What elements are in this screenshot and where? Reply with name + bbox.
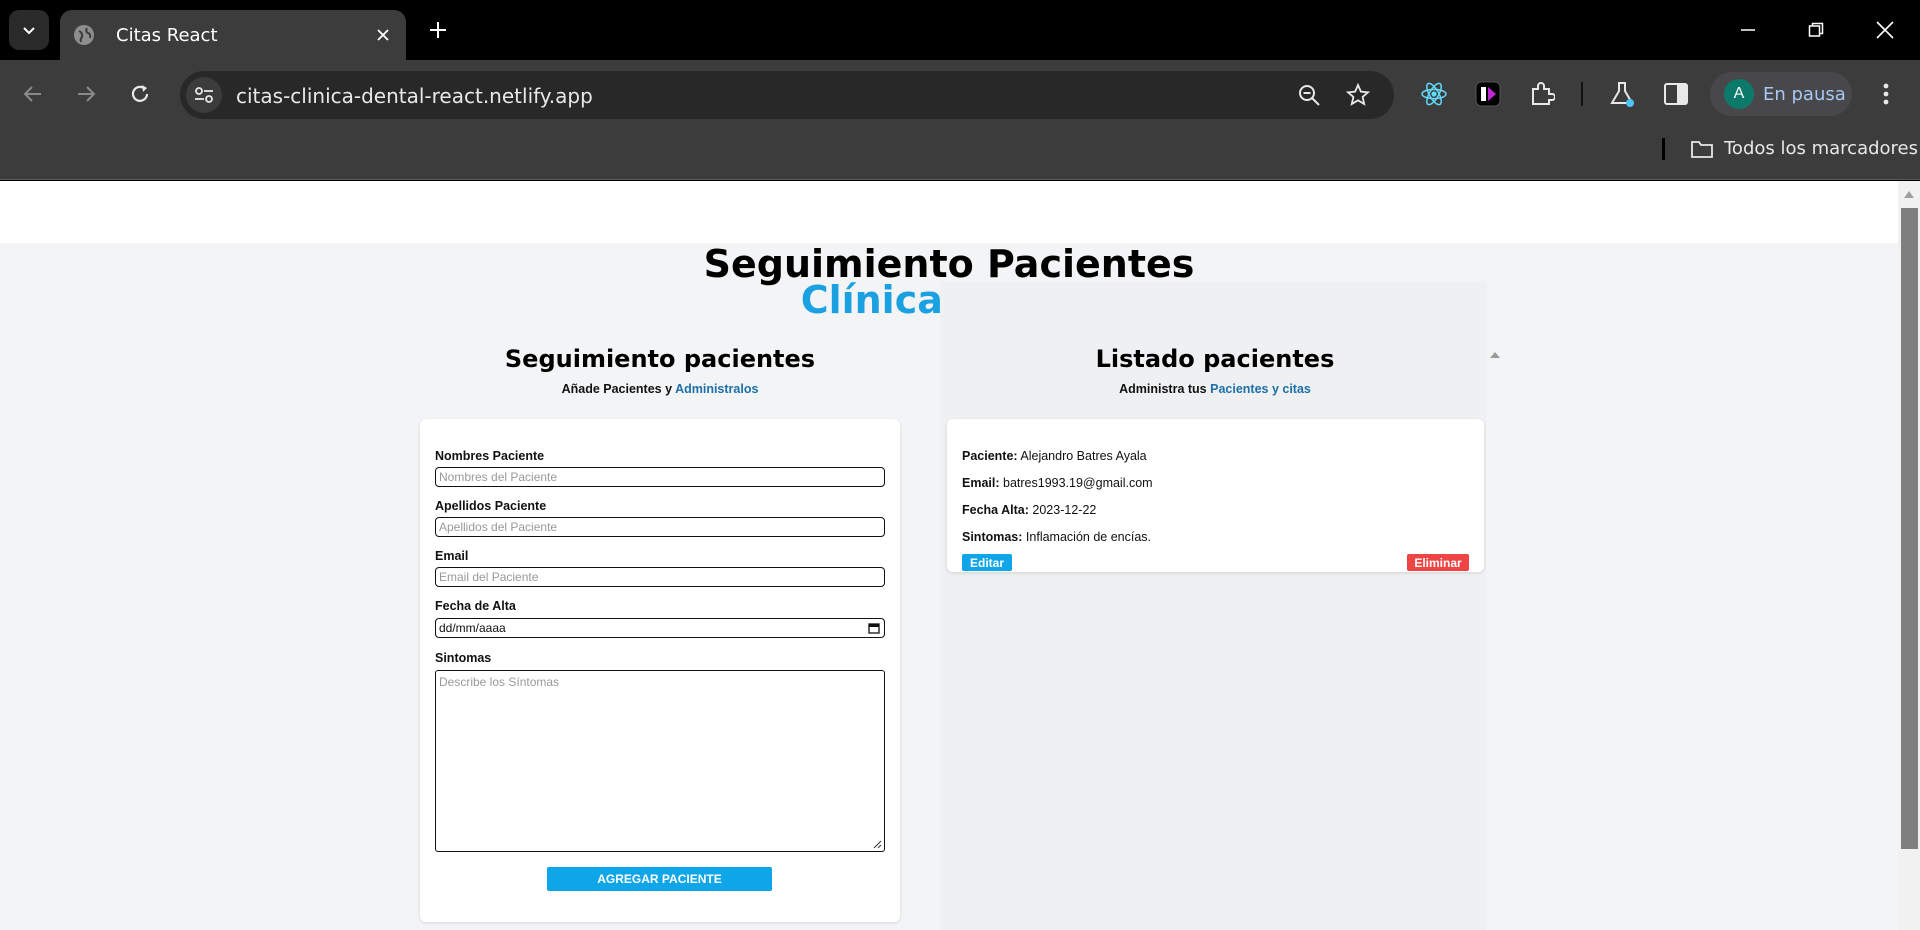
agregar-paciente-button[interactable]: AGREGAR PACIENTE xyxy=(547,867,772,891)
window-close-icon[interactable] xyxy=(1869,14,1901,46)
all-bookmarks-label: Todos los marcadores xyxy=(1724,138,1918,159)
patient-date-label: Fecha Alta: xyxy=(962,503,1029,517)
side-panel-icon[interactable] xyxy=(1656,74,1696,114)
react-devtools-icon[interactable] xyxy=(1414,74,1454,114)
back-arrow-icon[interactable] xyxy=(15,76,51,112)
patient-name-label: Paciente: xyxy=(962,449,1018,463)
toolbar-divider xyxy=(1581,82,1583,106)
patient-name-value: Alejandro Batres Ayala xyxy=(1020,449,1147,463)
page-top-band xyxy=(0,181,1898,243)
apellidos-input[interactable]: Apellidos del Paciente xyxy=(435,517,885,537)
chevron-down-icon xyxy=(23,27,35,35)
patient-form: Nombres Paciente Nombres del Paciente Ap… xyxy=(420,419,900,922)
list-section-subtitle: Administra tus Pacientes y citas xyxy=(947,382,1483,396)
new-tab-icon[interactable] xyxy=(424,16,452,44)
url-text: citas-clinica-dental-react.netlify.app xyxy=(236,84,593,108)
patient-email-value: batres1993.19@gmail.com xyxy=(1003,476,1153,490)
address-bar[interactable]: citas-clinica-dental-react.netlify.app xyxy=(180,71,1394,119)
form-section-title: Seguimiento pacientes xyxy=(504,345,816,373)
tab-strip: Citas React xyxy=(0,0,1920,60)
site-info-icon[interactable] xyxy=(186,77,222,113)
patient-symptoms-line: Sintomas: Inflamación de encías. xyxy=(962,530,1151,544)
bookmarks-separator xyxy=(1662,138,1665,160)
patient-date-value: 2023-12-22 xyxy=(1032,503,1097,517)
form-subtitle-prefix: Añade Pacientes y xyxy=(561,382,676,396)
page-viewport: Seguimiento Pacientes Clínica Dental Seg… xyxy=(0,181,1898,930)
folder-icon xyxy=(1691,140,1713,158)
patient-email-label: Email: xyxy=(962,476,1000,490)
patient-symptoms-label: Sintomas: xyxy=(962,530,1023,544)
resize-grip-icon[interactable] xyxy=(872,839,882,849)
reload-icon[interactable] xyxy=(122,76,158,112)
fecha-date-input[interactable]: dd/mm/aaaa xyxy=(435,618,885,638)
email-input[interactable]: Email del Paciente xyxy=(435,567,885,587)
sintomas-label: Sintomas xyxy=(435,651,492,665)
sintomas-textarea[interactable]: Describe los Síntomas xyxy=(435,670,885,852)
nombres-label: Nombres Paciente xyxy=(435,449,545,463)
tab-title: Citas React xyxy=(116,24,218,46)
scroll-up-arrow-icon[interactable] xyxy=(1904,191,1914,198)
bookmark-star-icon[interactable] xyxy=(1344,81,1372,109)
extensions-puzzle-icon[interactable] xyxy=(1522,74,1562,114)
list-subtitle-accent: Pacientes y citas xyxy=(1210,382,1311,396)
bookmarks-bar: Todos los marcadores xyxy=(0,128,1920,180)
calendar-icon[interactable] xyxy=(868,622,880,634)
tab-close-icon[interactable] xyxy=(372,24,394,46)
edit-patient-button[interactable]: Editar xyxy=(962,554,1012,571)
list-scroll-up-icon[interactable] xyxy=(1490,352,1500,358)
page-scrollbar[interactable] xyxy=(1898,181,1920,930)
patient-list-panel xyxy=(940,281,1486,930)
labs-flask-icon[interactable] xyxy=(1602,74,1642,114)
browser-toolbar: citas-clinica-dental-react.netlify.app A… xyxy=(0,60,1920,128)
profile-button[interactable]: A En pausa xyxy=(1710,72,1852,116)
extension-b-icon[interactable] xyxy=(1468,74,1508,114)
form-subtitle-accent: Administralos xyxy=(675,382,759,396)
patient-name-line: Paciente: Alejandro Batres Ayala xyxy=(962,449,1147,463)
patient-symptoms-value: Inflamación de encías. xyxy=(1025,530,1151,544)
form-section-subtitle: Añade Pacientes y Administralos xyxy=(420,382,900,396)
fecha-label: Fecha de Alta xyxy=(435,599,516,613)
delete-patient-button[interactable]: Eliminar xyxy=(1407,554,1469,571)
all-bookmarks-folder[interactable]: Todos los marcadores xyxy=(1690,138,1918,159)
list-section-title: Listado pacientes xyxy=(1095,345,1335,373)
nombres-input[interactable]: Nombres del Paciente xyxy=(435,467,885,487)
scrollbar-thumb[interactable] xyxy=(1901,208,1918,849)
list-subtitle-prefix: Administra tus xyxy=(1119,382,1211,396)
patient-date-line: Fecha Alta: 2023-12-22 xyxy=(962,503,1096,517)
patient-card: Paciente: Alejandro Batres Ayala Email: … xyxy=(947,419,1484,572)
avatar: A xyxy=(1724,79,1754,109)
active-tab[interactable]: Citas React xyxy=(60,10,406,60)
restore-icon[interactable] xyxy=(1800,14,1832,46)
menu-kebab-icon[interactable] xyxy=(1866,74,1906,114)
zoom-icon[interactable] xyxy=(1295,81,1323,109)
sintomas-placeholder: Describe los Síntomas xyxy=(439,675,560,689)
tab-search-button[interactable] xyxy=(9,10,49,50)
profile-status-label: En pausa xyxy=(1763,83,1846,105)
forward-arrow-icon[interactable] xyxy=(68,76,104,112)
email-label: Email xyxy=(435,549,469,563)
apellidos-label: Apellidos Paciente xyxy=(435,499,547,513)
patient-email-line: Email: batres1993.19@gmail.com xyxy=(962,476,1153,490)
globe-icon xyxy=(72,23,96,47)
fecha-value: dd/mm/aaaa xyxy=(439,621,506,635)
minimize-icon[interactable] xyxy=(1732,14,1764,46)
